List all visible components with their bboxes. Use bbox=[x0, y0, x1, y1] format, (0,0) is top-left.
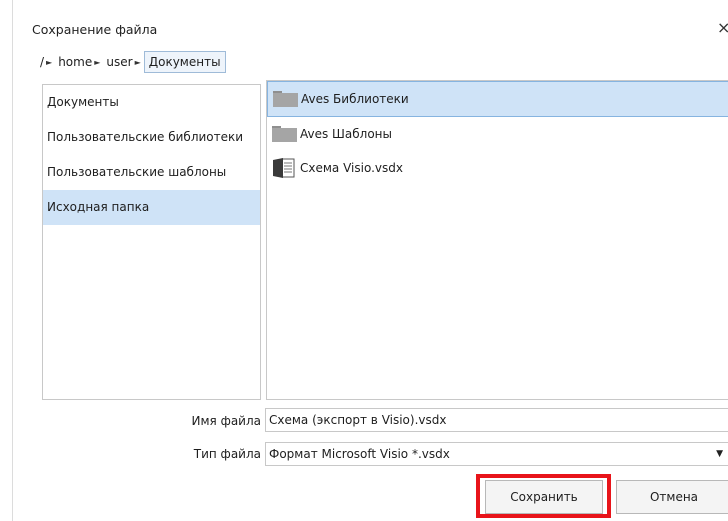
chevron-down-icon: ▼ bbox=[716, 449, 723, 459]
filename-input[interactable] bbox=[265, 408, 728, 432]
folder-icon bbox=[272, 126, 297, 142]
place-item-documents[interactable]: Документы bbox=[43, 85, 260, 120]
file-list: Aves Библиотеки Aves Шаблоны Схема Visio… bbox=[266, 80, 728, 400]
breadcrumb-user[interactable]: user ► bbox=[103, 51, 143, 73]
file-item-label: Aves Библиотеки bbox=[301, 92, 409, 106]
file-item-label: Aves Шаблоны bbox=[300, 127, 392, 141]
place-item-user-templates[interactable]: Пользовательские шаблоны bbox=[43, 155, 260, 190]
breadcrumb-label: user bbox=[106, 55, 133, 69]
dialog-title: Сохранение файла bbox=[32, 22, 158, 37]
save-file-dialog: Сохранение файла × / ► home ► user ► Док… bbox=[12, 0, 728, 521]
place-item-user-libraries[interactable]: Пользовательские библиотеки bbox=[43, 120, 260, 155]
breadcrumb-home[interactable]: home ► bbox=[55, 51, 103, 73]
cancel-button[interactable]: Отмена bbox=[616, 480, 728, 514]
breadcrumb-arrow-icon: ► bbox=[46, 57, 53, 67]
breadcrumb-label: home bbox=[58, 55, 93, 69]
file-item-aves-libraries[interactable]: Aves Библиотеки bbox=[267, 81, 728, 117]
file-item-aves-templates[interactable]: Aves Шаблоны bbox=[267, 117, 728, 151]
breadcrumb-arrow-icon: ► bbox=[94, 57, 101, 67]
visio-document-icon bbox=[272, 157, 297, 179]
place-item-source-folder[interactable]: Исходная папка bbox=[43, 190, 260, 225]
save-button-highlight-frame bbox=[476, 474, 611, 518]
breadcrumb-documents[interactable]: Документы bbox=[143, 51, 226, 73]
filetype-select[interactable]: Формат Microsoft Visio *.vsdx ▼ bbox=[265, 442, 728, 466]
file-item-label: Схема Visio.vsdx bbox=[300, 161, 403, 175]
close-icon[interactable]: × bbox=[717, 18, 728, 38]
breadcrumb-arrow-icon: ► bbox=[134, 57, 141, 67]
breadcrumb-label: / bbox=[40, 55, 45, 69]
filetype-label: Тип файла bbox=[193, 447, 261, 461]
breadcrumb: / ► home ► user ► Документы bbox=[37, 50, 226, 74]
folder-icon bbox=[273, 91, 298, 107]
breadcrumb-label: Документы bbox=[148, 55, 221, 69]
filetype-selected-value: Формат Microsoft Visio *.vsdx bbox=[269, 447, 450, 461]
places-list: Документы Пользовательские библиотеки По… bbox=[42, 84, 261, 400]
file-item-visio-schema[interactable]: Схема Visio.vsdx bbox=[267, 151, 728, 185]
breadcrumb-root[interactable]: / ► bbox=[37, 51, 55, 73]
filename-label: Имя файла bbox=[191, 414, 262, 428]
